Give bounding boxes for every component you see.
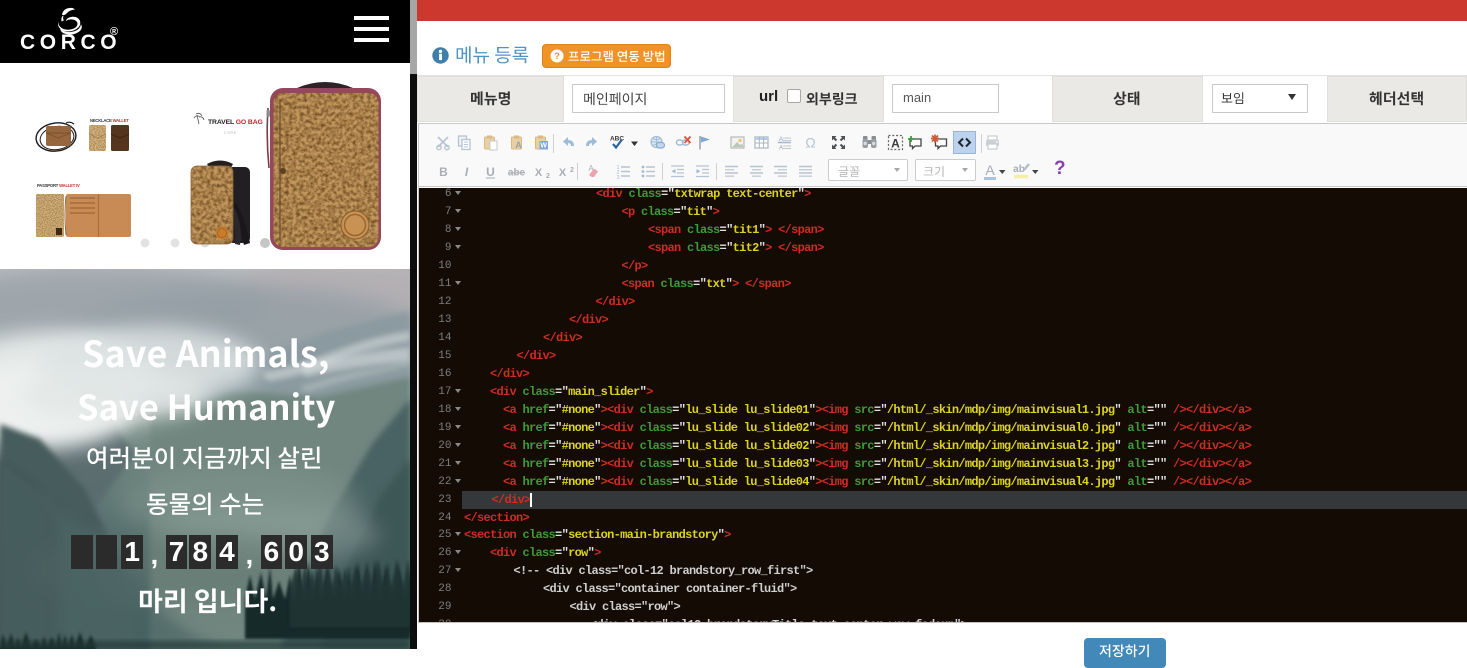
svg-text:ABC: ABC	[610, 135, 624, 142]
svg-text:A: A	[779, 145, 783, 151]
svg-text:W: W	[540, 142, 547, 149]
svg-text:PASSPORT WALLET IV: PASSPORT WALLET IV	[37, 183, 80, 188]
svg-text:A: A	[515, 140, 522, 150]
svg-text:abe: abe	[508, 167, 525, 178]
svg-text:B: B	[439, 165, 448, 179]
svg-text:C O R K: C O R K	[224, 131, 237, 135]
svg-text:3: 3	[616, 175, 619, 180]
svg-text:Ω: Ω	[805, 134, 815, 150]
svg-text:U: U	[486, 165, 495, 179]
svg-text:2: 2	[570, 167, 574, 174]
svg-text:2: 2	[546, 173, 550, 180]
svg-text:ab: ab	[1013, 164, 1025, 175]
svg-text:A: A	[985, 162, 995, 178]
svg-text:NECKLACE WALLET: NECKLACE WALLET	[90, 118, 129, 123]
svg-text:A: A	[891, 136, 900, 150]
svg-text:I: I	[464, 165, 468, 179]
svg-text:TRAVEL GO BAG: TRAVEL GO BAG	[208, 119, 263, 126]
svg-text:?: ?	[554, 51, 560, 62]
